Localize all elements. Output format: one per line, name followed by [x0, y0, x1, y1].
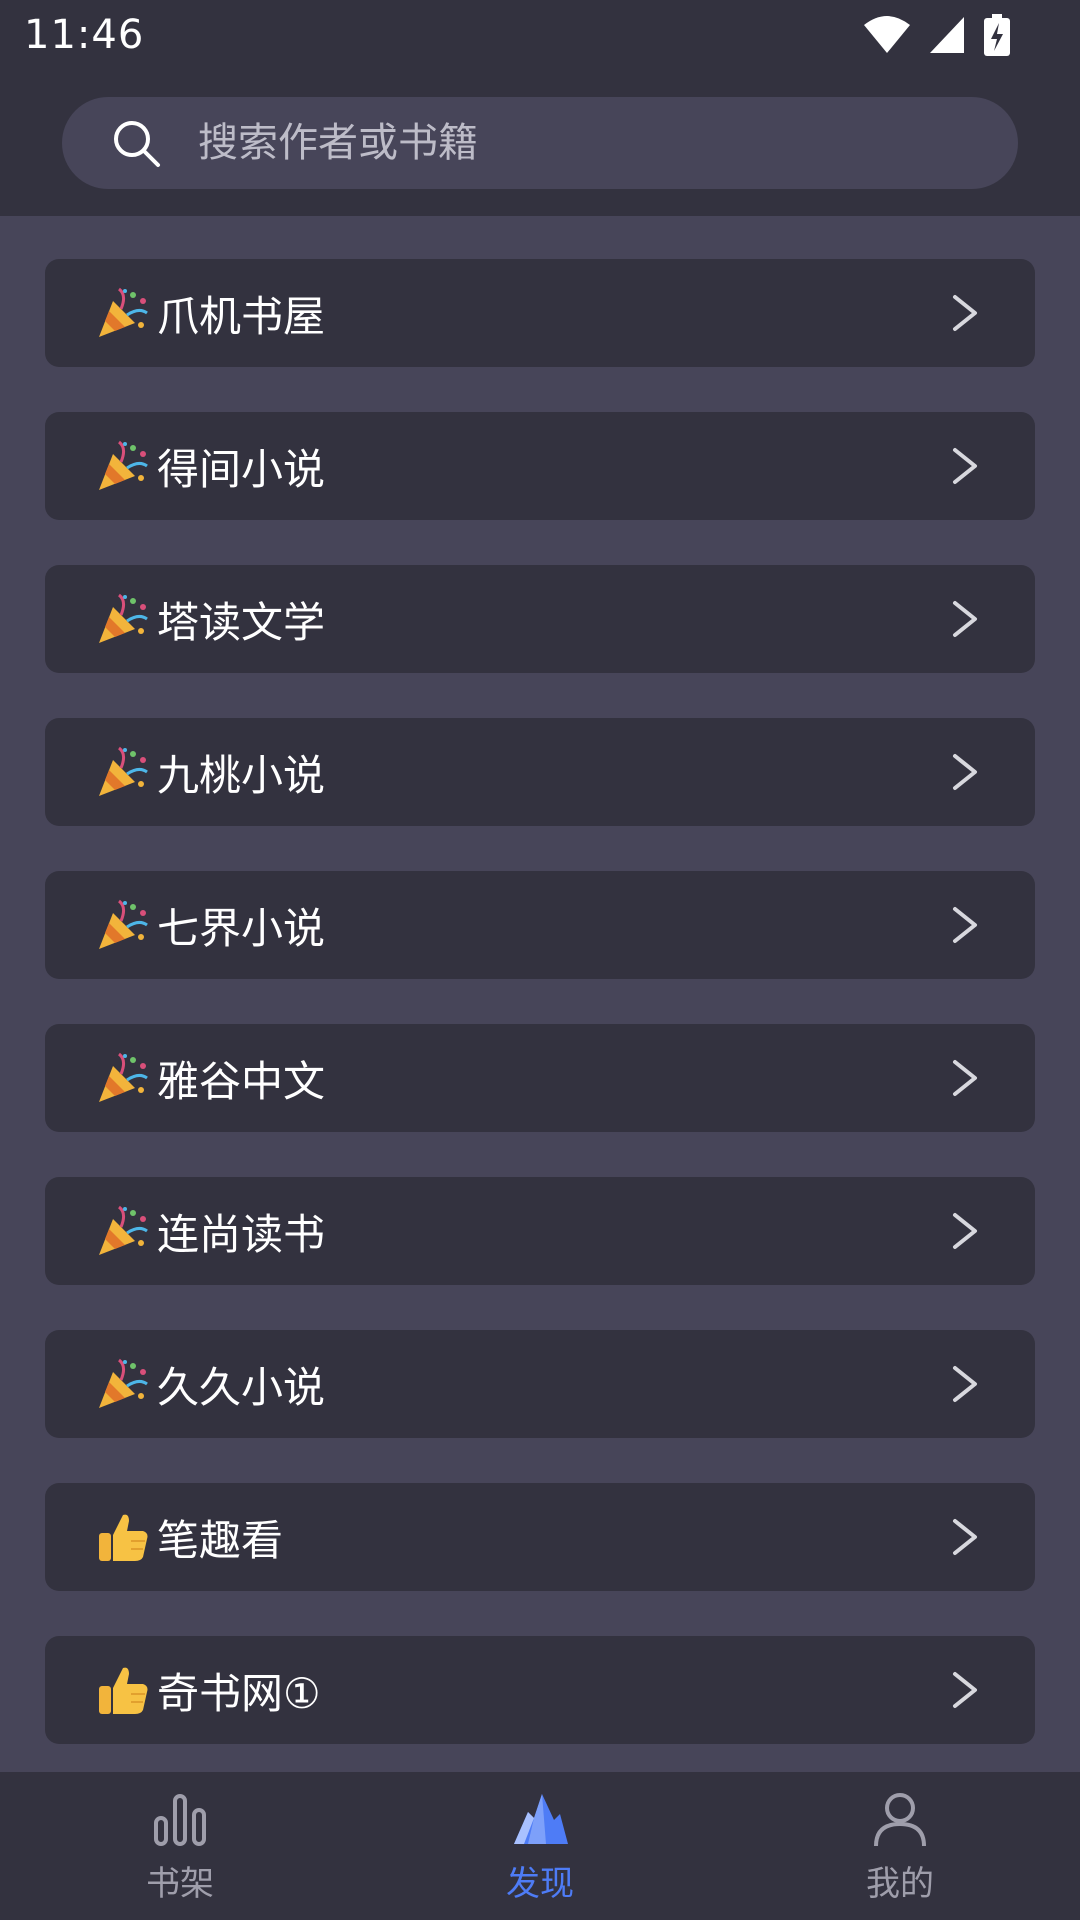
bar-chart-icon: [154, 1794, 206, 1846]
chevron-right-icon: [953, 907, 977, 943]
list-item-label: 七界小说: [157, 903, 326, 953]
iceberg-icon: [514, 1794, 568, 1844]
list-item[interactable]: 得间小说: [45, 412, 1035, 520]
header: [0, 72, 1080, 216]
chevron-right-icon: [953, 1672, 977, 1708]
thumbs-up-icon: [99, 1514, 148, 1561]
list-item-label: 雅谷中文: [157, 1056, 326, 1106]
list-item[interactable]: 九桃小说: [45, 718, 1035, 826]
party-popper-icon: [99, 1358, 148, 1408]
list-item-label: 久久小说: [157, 1362, 326, 1412]
nav-label: 书架: [146, 1864, 214, 1904]
chevron-right-icon: [953, 448, 977, 484]
chevron-right-icon: [953, 754, 977, 790]
chevron-right-icon: [953, 295, 977, 331]
list-item[interactable]: 奇书网①: [45, 1636, 1035, 1744]
party-popper-icon: [99, 899, 148, 949]
list-item[interactable]: 爪机书屋: [45, 259, 1035, 367]
list-item-label: 笔趣看: [157, 1515, 284, 1565]
bottom-nav: 书架 发现 我的: [0, 1772, 1080, 1920]
search-input[interactable]: [196, 112, 1018, 174]
list-item-label: 塔读文学: [157, 597, 326, 647]
person-icon: [874, 1793, 926, 1847]
status-bar: 11:46: [0, 0, 1080, 72]
list-item[interactable]: 连尚读书: [45, 1177, 1035, 1285]
party-popper-icon: [99, 1052, 148, 1102]
nav-bookshelf[interactable]: 书架: [0, 1772, 360, 1920]
list-item-label: 九桃小说: [157, 750, 326, 800]
chevron-right-icon: [953, 601, 977, 637]
wifi-icon: [864, 16, 910, 53]
status-icons: [864, 14, 1010, 56]
list-item-label: 得间小说: [157, 444, 326, 494]
chevron-right-icon: [953, 1366, 977, 1402]
source-list: 爪机书屋 得间小说 塔读文学 九桃小说 七界小说 雅谷中文 连尚读书 久久小说 …: [45, 259, 1035, 1789]
party-popper-icon: [99, 746, 148, 796]
list-item[interactable]: 七界小说: [45, 871, 1035, 979]
party-popper-icon: [99, 440, 148, 490]
nav-discover[interactable]: 发现: [360, 1772, 720, 1920]
nav-label: 我的: [866, 1864, 934, 1904]
list-item-label: 奇书网①: [157, 1668, 321, 1718]
party-popper-icon: [99, 1205, 148, 1255]
battery-charging-icon: [984, 14, 1010, 56]
list-item[interactable]: 雅谷中文: [45, 1024, 1035, 1132]
party-popper-icon: [99, 287, 148, 337]
list-item[interactable]: 塔读文学: [45, 565, 1035, 673]
list-item[interactable]: 笔趣看: [45, 1483, 1035, 1591]
list-item[interactable]: 久久小说: [45, 1330, 1035, 1438]
status-time: 11:46: [24, 12, 145, 58]
search-box[interactable]: [62, 97, 1018, 189]
thumbs-up-icon: [99, 1667, 148, 1714]
party-popper-icon: [99, 593, 148, 643]
list-item-label: 爪机书屋: [157, 291, 326, 341]
nav-mine[interactable]: 我的: [720, 1772, 1080, 1920]
cell-signal-icon: [930, 17, 964, 53]
chevron-right-icon: [953, 1213, 977, 1249]
search-icon: [114, 121, 160, 167]
list-item-label: 连尚读书: [157, 1209, 326, 1259]
chevron-right-icon: [953, 1519, 977, 1555]
chevron-right-icon: [953, 1060, 977, 1096]
nav-label: 发现: [506, 1864, 574, 1904]
